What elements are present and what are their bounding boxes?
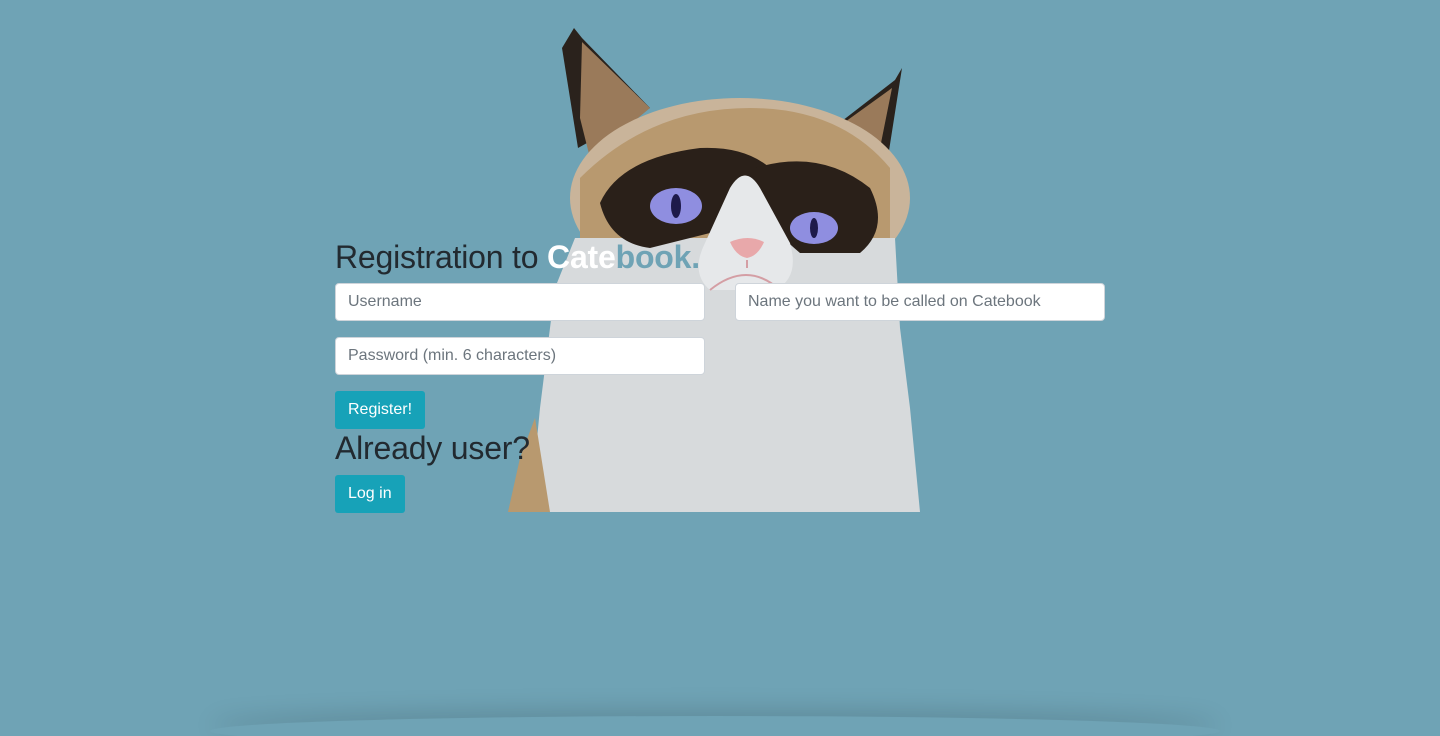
login-button[interactable]: Log in xyxy=(335,475,405,513)
display-name-input[interactable] xyxy=(735,283,1105,321)
login-heading: Already user? xyxy=(335,430,530,466)
bottom-shadow xyxy=(210,716,1220,736)
password-input[interactable] xyxy=(335,337,705,375)
registration-page: Registration to Catebook. Register! Alre… xyxy=(0,0,1440,736)
brand-name-part2: book. xyxy=(615,239,701,275)
register-button[interactable]: Register! xyxy=(335,391,426,429)
title-prefix: Registration to xyxy=(335,239,548,275)
form-row-1 xyxy=(335,283,1105,321)
brand-name-part1: Cate xyxy=(547,239,616,275)
username-input[interactable] xyxy=(335,283,705,321)
form-row-2 xyxy=(335,337,1105,375)
registration-panel: Registration to Catebook. Register! Alre… xyxy=(335,238,1105,513)
page-title: Registration to Catebook. xyxy=(335,238,1105,276)
